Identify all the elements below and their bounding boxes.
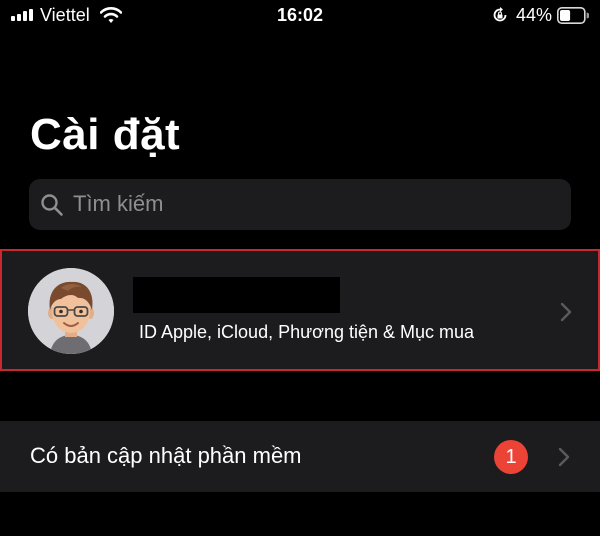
page-title: Cài đặt — [30, 110, 181, 159]
battery-percent: 44% — [516, 5, 553, 25]
memoji-avatar — [28, 268, 114, 354]
chevron-right-icon — [560, 302, 572, 322]
battery-icon — [557, 7, 589, 24]
rotation-lock-icon — [493, 7, 507, 22]
search-input[interactable]: Tìm kiếm — [73, 191, 163, 217]
account-name-redacted — [133, 277, 340, 313]
search-icon — [41, 194, 63, 216]
apple-id-row[interactable]: ID Apple, iCloud, Phương tiện & Mục mua — [0, 249, 600, 371]
chevron-right-icon — [558, 447, 570, 467]
search-bar[interactable]: Tìm kiếm — [29, 179, 571, 230]
software-update-label: Có bản cập nhật phần mềm — [30, 443, 302, 468]
software-update-row[interactable]: Có bản cập nhật phần mềm 1 — [0, 421, 600, 492]
notification-badge: 1 — [494, 440, 528, 474]
status-bar: Viettel 16:02 44% — [0, 0, 600, 32]
status-time: 16:02 — [276, 5, 324, 25]
account-subtitle: ID Apple, iCloud, Phương tiện & Mục mua — [139, 322, 475, 342]
